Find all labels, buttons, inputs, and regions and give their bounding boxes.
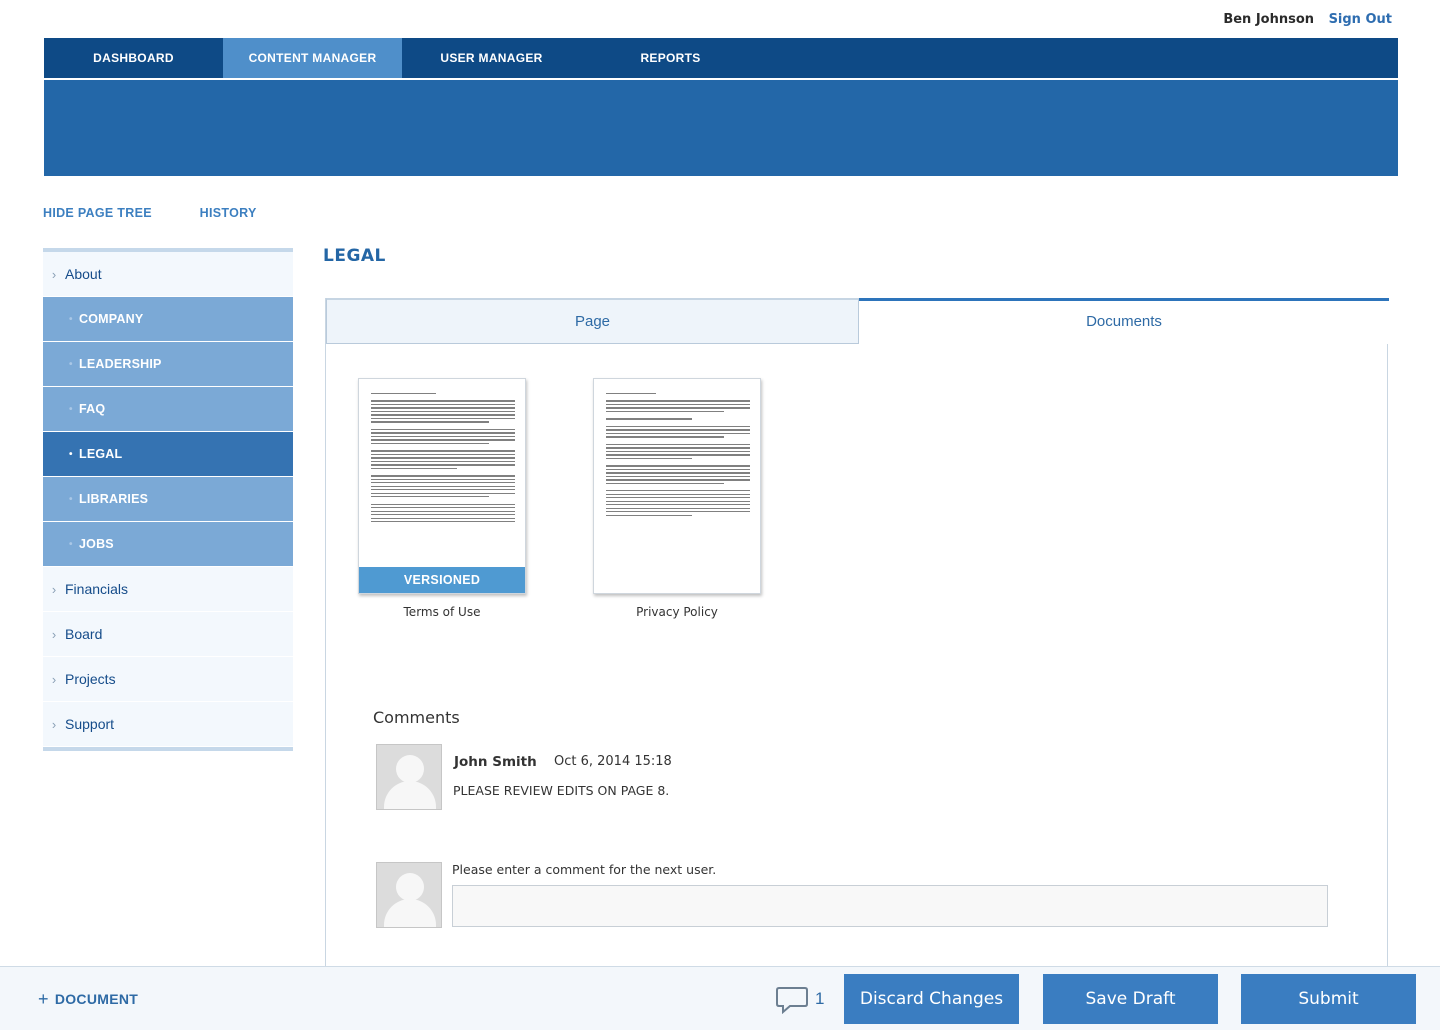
page-tree-links: HIDE PAGE TREE HISTORY xyxy=(43,206,257,220)
document-card[interactable]: Privacy Policy xyxy=(593,378,761,619)
sidebar-item-board[interactable]: › Board xyxy=(43,612,293,657)
sidebar-subitem-legal[interactable]: • LEGAL xyxy=(43,432,293,477)
document-thumbnail[interactable] xyxy=(593,378,761,594)
header-banner xyxy=(44,80,1398,176)
sidebar-subitem-label: COMPANY xyxy=(79,312,144,326)
discard-changes-button[interactable]: Discard Changes xyxy=(844,974,1019,1024)
sidebar-item-support[interactable]: › Support xyxy=(43,702,293,747)
tab-page[interactable]: Page xyxy=(326,298,859,344)
sidebar-subitem-label: LEGAL xyxy=(79,447,123,461)
avatar-head xyxy=(396,755,424,783)
plus-icon: + xyxy=(38,989,49,1009)
comment-bubble-icon[interactable] xyxy=(776,986,808,1014)
tab-documents[interactable]: Documents xyxy=(859,298,1389,344)
document-text-line xyxy=(371,393,436,395)
sidebar-item-label: Financials xyxy=(65,581,129,597)
history-link[interactable]: HISTORY xyxy=(200,206,257,220)
versioned-badge: VERSIONED xyxy=(359,567,525,593)
nav-dashboard[interactable]: DASHBOARD xyxy=(44,38,223,78)
content-panel: Page Documents VERSIONED Terms of Use Pr… xyxy=(325,298,1389,978)
sidebar-subitem-faq[interactable]: • FAQ xyxy=(43,387,293,432)
main-nav: DASHBOARD CONTENT MANAGER USER MANAGER R… xyxy=(44,38,1398,78)
bullet-icon: • xyxy=(69,358,73,370)
page-title: LEGAL xyxy=(323,246,386,266)
comment-text: PLEASE REVIEW EDITS ON PAGE 8. xyxy=(453,783,670,798)
sidebar-item-financials[interactable]: › Financials xyxy=(43,567,293,612)
avatar-body xyxy=(384,899,436,927)
add-document-label: DOCUMENT xyxy=(54,991,139,1007)
bullet-icon: • xyxy=(69,403,73,415)
footer-toolbar: + DOCUMENT 1 Discard Changes Save Draft S… xyxy=(0,966,1440,1030)
sidebar-item-label: Board xyxy=(65,626,103,642)
document-caption[interactable]: Terms of Use xyxy=(358,605,526,619)
bullet-icon: • xyxy=(69,448,73,460)
sidebar-subitem-company[interactable]: • COMPANY xyxy=(43,297,293,342)
tab-bar: Page Documents xyxy=(326,298,1389,344)
comment-author: John Smith xyxy=(454,754,537,770)
user-name: Ben Johnson xyxy=(1223,12,1315,27)
sidebar-subitem-label: LIBRARIES xyxy=(79,492,149,506)
document-caption[interactable]: Privacy Policy xyxy=(593,605,761,619)
bullet-icon: • xyxy=(69,538,73,550)
document-card[interactable]: VERSIONED Terms of Use xyxy=(358,378,526,619)
nav-user-manager[interactable]: USER MANAGER xyxy=(402,38,581,78)
comments-heading: Comments xyxy=(373,708,460,727)
sign-out-link[interactable]: Sign Out xyxy=(1329,12,1392,27)
nav-content-manager[interactable]: CONTENT MANAGER xyxy=(223,38,402,78)
comment-input-label: Please enter a comment for the next user… xyxy=(452,862,717,877)
sidebar-subitem-leadership[interactable]: • LEADERSHIP xyxy=(43,342,293,387)
chevron-right-icon: › xyxy=(51,581,57,597)
sidebar-item-label: Projects xyxy=(65,671,116,687)
user-bar: Ben Johnson Sign Out xyxy=(1223,12,1392,27)
sidebar-subitem-jobs[interactable]: • JOBS xyxy=(43,522,293,567)
sidebar-item-about[interactable]: › About xyxy=(43,252,293,297)
bullet-icon: • xyxy=(69,493,73,505)
sidebar-item-projects[interactable]: › Projects xyxy=(43,657,293,702)
avatar xyxy=(376,744,442,810)
chevron-right-icon: › xyxy=(51,716,57,732)
submit-button[interactable]: Submit xyxy=(1241,974,1416,1024)
add-document-button[interactable]: + DOCUMENT xyxy=(38,989,138,1010)
sidebar-subitem-label: JOBS xyxy=(79,537,114,551)
hide-page-tree-link[interactable]: HIDE PAGE TREE xyxy=(43,206,152,220)
sidebar-subitem-label: LEADERSHIP xyxy=(79,357,162,371)
chevron-right-icon: › xyxy=(51,671,57,687)
chevron-right-icon: › xyxy=(51,626,57,642)
page-tree: › About • COMPANY • LEADERSHIP • FAQ • L… xyxy=(43,248,293,751)
document-thumbnail[interactable]: VERSIONED xyxy=(358,378,526,594)
sidebar-item-label: Support xyxy=(65,716,115,732)
comment-input[interactable] xyxy=(452,885,1328,927)
sidebar-item-label: About xyxy=(65,266,102,282)
comment-count: 1 xyxy=(815,989,825,1008)
save-draft-button[interactable]: Save Draft xyxy=(1043,974,1218,1024)
avatar-body xyxy=(384,781,436,809)
avatar xyxy=(376,862,442,928)
sidebar-subitem-label: FAQ xyxy=(79,402,106,416)
avatar-head xyxy=(396,873,424,901)
bullet-icon: • xyxy=(69,313,73,325)
comment-date: Oct 6, 2014 15:18 xyxy=(554,754,672,769)
nav-reports[interactable]: REPORTS xyxy=(581,38,760,78)
sidebar-subitem-libraries[interactable]: • LIBRARIES xyxy=(43,477,293,522)
chevron-right-icon: › xyxy=(51,266,57,282)
